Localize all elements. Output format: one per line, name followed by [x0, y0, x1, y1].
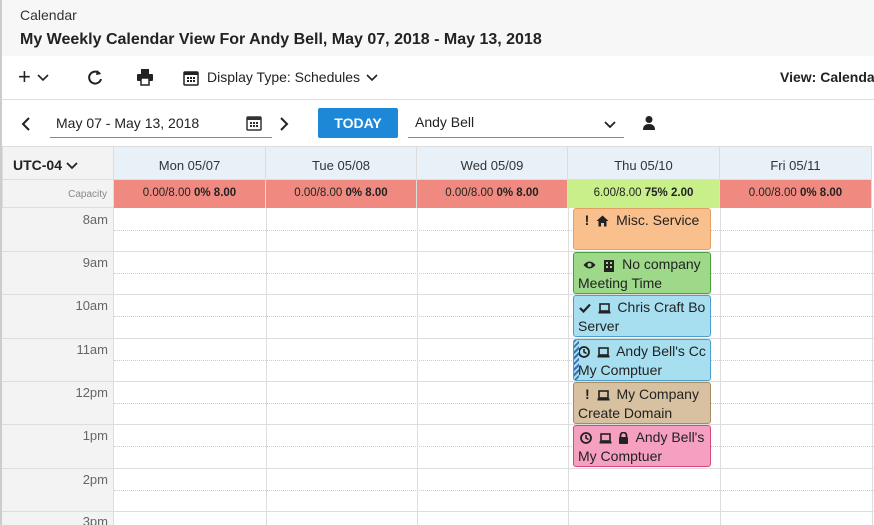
display-type-label: Display Type: Schedules [207, 69, 361, 85]
event-misc-service[interactable]: ! Misc. Service [573, 208, 711, 250]
home-icon [596, 211, 609, 230]
eye-icon [583, 255, 596, 274]
day-divider [720, 208, 721, 525]
event-chris-craft[interactable]: Chris Craft Bo Server [573, 295, 711, 337]
check-icon [578, 298, 591, 317]
timezone-label: UTC-04 [13, 157, 63, 173]
date-picker-button[interactable] [246, 114, 262, 132]
page-title: My Weekly Calendar View For Andy Bell, M… [20, 31, 542, 48]
time-divider [2, 251, 114, 252]
hour-line [114, 381, 874, 382]
chevron-right-icon [278, 112, 290, 134]
date-range-input[interactable] [50, 108, 272, 138]
hour-line [114, 338, 874, 339]
refresh-button[interactable] [86, 66, 104, 88]
time-divider [2, 294, 114, 295]
half-hour-line [114, 403, 874, 404]
day-header-thu[interactable]: Thu 05/10 [568, 146, 720, 180]
clock-icon [578, 342, 590, 361]
printer-icon [136, 68, 154, 86]
next-week-button[interactable] [278, 112, 298, 134]
laptop-icon [598, 298, 611, 317]
time-divider [2, 468, 114, 469]
capacity-wed: 0.00/8.00 0% 8.00 [417, 180, 568, 208]
view-dropdown[interactable]: View: Calenda [780, 66, 874, 88]
lock-icon [618, 428, 629, 447]
capacity-fri: 0.00/8.00 0% 8.00 [720, 180, 872, 208]
event-andy-bell-locked[interactable]: Andy Bell's My Comptuer [573, 425, 711, 467]
day-divider [872, 208, 873, 525]
user-icon-button[interactable] [642, 114, 656, 132]
capacity-label: Capacity [2, 180, 114, 208]
time-label: 3pm [82, 514, 108, 525]
chevron-down-icon [37, 70, 49, 84]
day-divider [266, 208, 267, 525]
hour-line [114, 251, 874, 252]
selected-user: Andy Bell [415, 114, 475, 130]
tentative-stripe [574, 340, 579, 380]
day-header-fri[interactable]: Fri 05/11 [720, 146, 872, 180]
previous-week-button[interactable] [20, 112, 40, 134]
event-create-domain[interactable]: ! My Company Create Domain [573, 382, 711, 424]
day-divider [568, 208, 569, 525]
display-type-dropdown[interactable]: Display Type: Schedules [183, 66, 386, 88]
calendar-icon [246, 114, 262, 131]
time-label: 10am [75, 298, 108, 313]
hour-line [114, 424, 874, 425]
half-hour-line [114, 316, 874, 317]
time-divider [2, 424, 114, 425]
calendar-grid-icon [183, 68, 207, 86]
hour-line [114, 468, 874, 469]
half-hour-line [114, 490, 874, 491]
laptop-icon [599, 428, 612, 447]
week-grid: UTC-04 Mon 05/07 Tue 05/08 Wed 05/09 Thu… [0, 146, 874, 525]
laptop-icon [597, 385, 610, 404]
day-divider [417, 208, 418, 525]
user-select[interactable]: Andy Bell [408, 108, 624, 138]
time-label: 8am [82, 212, 108, 227]
exclamation-icon: ! [584, 212, 590, 228]
plus-icon: + [18, 64, 31, 89]
time-label: 2pm [82, 472, 108, 487]
time-divider [2, 381, 114, 382]
time-label: 11am [76, 342, 108, 357]
capacity-mon: 0.00/8.00 0% 8.00 [114, 180, 266, 208]
chevron-down-icon [604, 116, 616, 131]
half-hour-line [114, 273, 874, 274]
half-hour-line [114, 360, 874, 361]
laptop-icon [597, 342, 610, 361]
building-icon [603, 255, 615, 274]
print-button[interactable] [136, 66, 154, 88]
hour-line [114, 511, 874, 512]
day-header-mon[interactable]: Mon 05/07 [114, 146, 266, 180]
capacity-thu: 6.00/8.00 75% 2.00 [568, 180, 720, 208]
hour-line [114, 294, 874, 295]
toolbar: + Display Type: Schedules View: Calenda [0, 56, 874, 100]
refresh-icon [86, 68, 104, 86]
chevron-down-icon [366, 70, 386, 84]
timezone-selector[interactable]: UTC-04 [2, 146, 114, 180]
day-header-wed[interactable]: Wed 05/09 [417, 146, 568, 180]
page-header: Calendar My Weekly Calendar View For And… [0, 0, 874, 56]
date-navigation: TODAY Andy Bell [0, 100, 874, 146]
today-button[interactable]: TODAY [318, 108, 398, 138]
add-menu-button[interactable]: + [18, 64, 49, 89]
time-divider [2, 511, 114, 512]
half-hour-line [114, 230, 874, 231]
time-label: 1pm [82, 428, 108, 443]
capacity-tue: 0.00/8.00 0% 8.00 [266, 180, 417, 208]
time-label: 9am [82, 255, 108, 270]
app-label: Calendar [20, 7, 77, 23]
chevron-left-icon [20, 112, 32, 134]
day-header-tue[interactable]: Tue 05/08 [266, 146, 417, 180]
time-label: 12pm [75, 385, 108, 400]
person-icon [642, 114, 656, 131]
exclamation-icon: ! [585, 386, 590, 402]
event-meeting-time[interactable]: No company Meeting Time [573, 252, 711, 294]
chevron-down-icon [66, 157, 78, 173]
event-andy-bell-computer[interactable]: Andy Bell's Cc My Comptuer [573, 339, 711, 381]
half-hour-line [114, 446, 874, 447]
clock-icon [579, 428, 592, 447]
time-divider [2, 338, 114, 339]
